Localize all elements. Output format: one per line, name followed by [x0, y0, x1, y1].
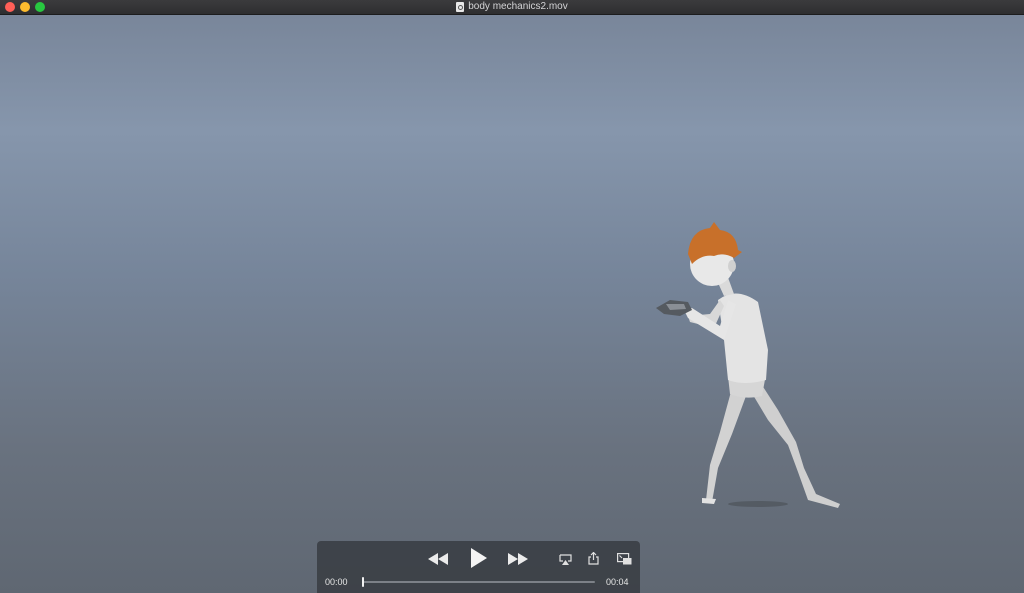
play-icon	[471, 548, 487, 568]
airplay-button[interactable]	[557, 551, 573, 567]
movie-document-icon[interactable]	[456, 2, 465, 12]
duration-time: 00:04	[606, 577, 629, 587]
character-right-leg	[750, 382, 840, 508]
playback-controls: 00:00 00:04	[317, 541, 640, 593]
character-left-leg	[706, 388, 746, 502]
window-title: body mechanics2.mov	[468, 1, 568, 12]
character-shadow	[728, 501, 788, 507]
picture-in-picture-button[interactable]	[615, 551, 633, 567]
share-button[interactable]	[585, 549, 601, 567]
video-frame[interactable]	[0, 15, 1024, 593]
quicktime-window: body mechanics2.mov 00:00 00:04	[0, 0, 1024, 593]
fast-forward-button[interactable]	[505, 551, 531, 567]
playhead-handle[interactable]	[362, 577, 364, 587]
airplay-icon	[558, 553, 572, 565]
rewind-button[interactable]	[425, 551, 451, 567]
rewind-icon	[428, 553, 448, 565]
window-title-group: body mechanics2.mov	[0, 0, 1024, 14]
animated-character	[656, 222, 840, 508]
fast-forward-icon	[508, 553, 528, 565]
title-bar[interactable]: body mechanics2.mov	[0, 0, 1024, 15]
character-ear	[728, 260, 736, 272]
picture-in-picture-icon	[616, 553, 631, 565]
current-time: 00:00	[325, 577, 348, 587]
character-left-foot	[702, 498, 716, 504]
play-button[interactable]	[467, 547, 491, 569]
character-torso	[718, 293, 768, 383]
share-icon	[587, 551, 599, 565]
timeline-scrubber[interactable]	[362, 577, 595, 587]
